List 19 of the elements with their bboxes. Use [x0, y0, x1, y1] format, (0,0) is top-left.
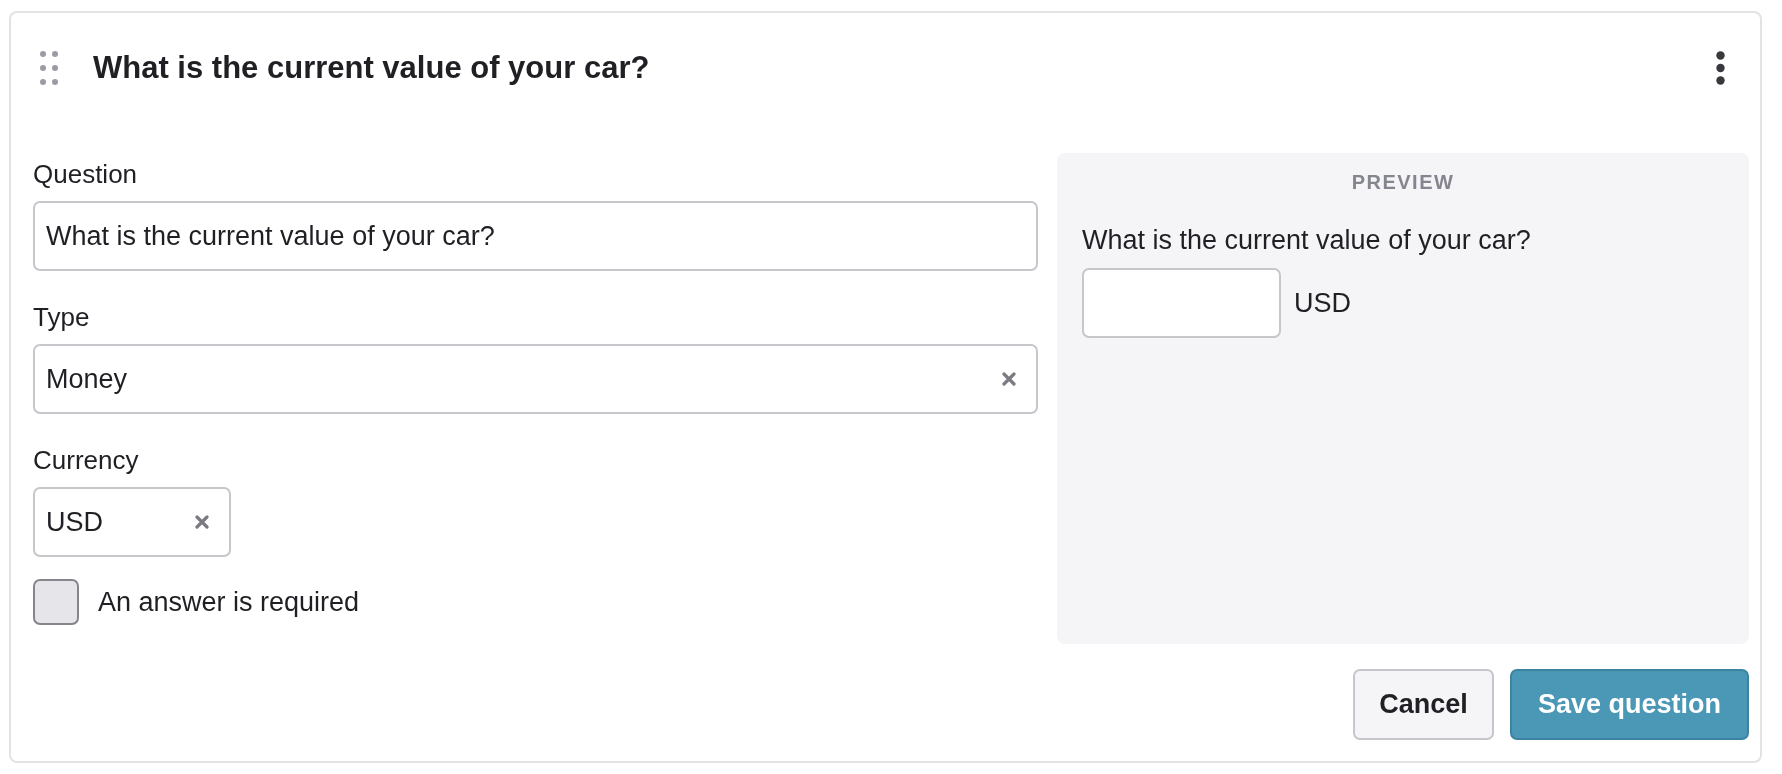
question-title: What is the current value of your car? [93, 50, 650, 86]
more-menu-button[interactable] [1716, 51, 1725, 85]
currency-unit: USD [1294, 287, 1351, 319]
type-select[interactable]: Money [33, 344, 1038, 414]
answer-field[interactable] [1082, 268, 1281, 338]
question-field[interactable]: What is the current value of your car? [33, 201, 1038, 271]
checkbox-label: An answer is required [98, 586, 360, 618]
preview-question: What is the current value of your car? [1082, 227, 1531, 254]
clear-icon[interactable] [1002, 372, 1016, 386]
kebab-icon [1716, 51, 1725, 85]
drag-handle-icon[interactable] [40, 51, 58, 85]
cancel-button[interactable]: Cancel [1353, 669, 1494, 740]
required-checkbox[interactable] [33, 579, 79, 625]
field-label: Currency [33, 447, 139, 473]
preview-heading: PREVIEW [1351, 170, 1455, 194]
currency-select[interactable]: USD [33, 487, 231, 557]
clear-icon[interactable] [195, 515, 209, 529]
field-label: Type [33, 304, 90, 330]
field-label: Question [33, 161, 138, 187]
